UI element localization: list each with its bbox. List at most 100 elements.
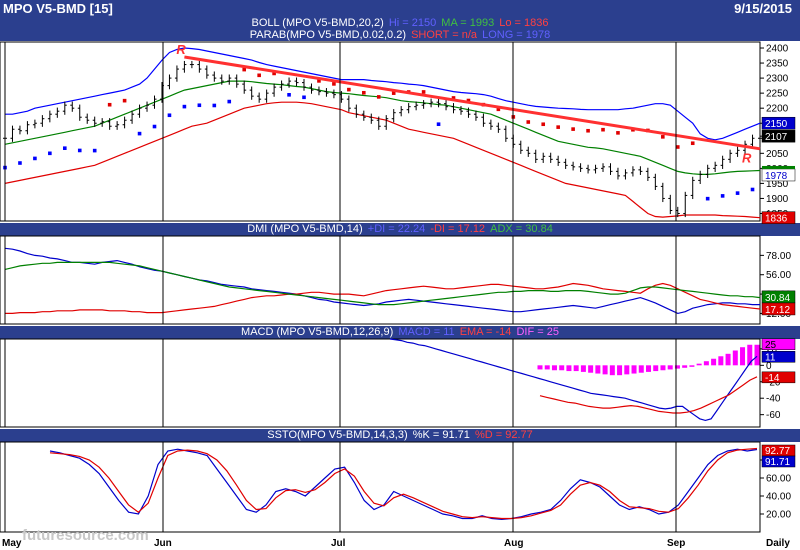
macd-dif-bar [566, 365, 572, 372]
macd-dif-bar [646, 365, 651, 372]
sar-long-dot [735, 191, 740, 195]
sar-short-dot [601, 127, 605, 132]
macd-dif-bar [551, 365, 557, 371]
sar-short-dot [556, 125, 560, 129]
macd-last-ema: -14 [765, 373, 780, 384]
sar-long-dot [227, 99, 232, 104]
macd-dif-bar [718, 356, 724, 366]
ssto-tick-label: 40.00 [766, 492, 791, 503]
sar-long-dot [302, 95, 306, 100]
dmi-tick-label: 12.00 [766, 309, 791, 320]
ssto-d-line [49, 447, 758, 520]
sar-long-dot [33, 156, 37, 161]
sar-long-dot [152, 124, 157, 129]
sar-long-dot [63, 146, 67, 150]
boll-hi-label: Hi = 2150 [388, 17, 437, 29]
x-axis-label-daily: Daily [766, 538, 790, 549]
macd-dif-bar [617, 365, 623, 376]
macd-tick-label: 0 [766, 361, 772, 372]
price-tick-label: 2350 [766, 59, 789, 70]
sar-long-dot [705, 196, 710, 201]
macd-panel-frame [0, 338, 761, 428]
sar-short-dot [466, 98, 471, 103]
ssto-panel-frame [0, 441, 761, 533]
price-last-ma-box [761, 168, 796, 182]
macd-dif-bar [754, 344, 760, 366]
macd-dif-bar [689, 365, 695, 367]
price-last-hi: 2150 [765, 119, 788, 130]
dmi-last-minus: 17.12 [765, 305, 790, 316]
sar-short-dot [421, 90, 426, 94]
ssto-last-d-box [761, 444, 796, 457]
sar-short-dot [661, 135, 665, 139]
sar-short-dot [122, 98, 127, 103]
sar-long-dot [750, 187, 755, 192]
x-axis-label-jul: Jul [331, 538, 346, 549]
macd-dif-bar [588, 365, 594, 373]
dmi-minus-label: -DI = 17.12 [430, 223, 486, 235]
dmi-line-di [5, 282, 761, 314]
price-tick-label: 2200 [766, 104, 789, 115]
macd-dif-bar [747, 344, 753, 366]
macd-ema-line [539, 376, 758, 414]
price-last-hi-box [761, 116, 796, 130]
macd-line [389, 338, 758, 422]
boll-upper-line [5, 47, 761, 141]
ssto-k-label: %K = 91.71 [412, 429, 470, 441]
boll-ma-label: MA = 1993 [441, 17, 495, 29]
dmi-line-di [4, 247, 760, 315]
macd-dif-bar [537, 365, 543, 370]
sar-short-dot [242, 67, 247, 72]
watermark: futuresource.com [22, 527, 149, 544]
macd-dif-bar [595, 365, 601, 374]
macd-dif-bar [703, 361, 709, 366]
sar-long-dot [18, 161, 22, 165]
macd-dif-bar [638, 365, 644, 373]
sar-short-dot [526, 120, 531, 124]
boll-label: BOLL (MPO V5-BMD,20,2) [251, 17, 384, 29]
sar-short-dot [496, 107, 501, 112]
sar-short-dot [107, 102, 112, 107]
sar-long-dot [77, 148, 82, 153]
macd-dif-bar [559, 365, 565, 371]
symbol-title: MPO V5-BMD [15] [3, 1, 113, 16]
sar-long-dot [212, 103, 217, 108]
macd-dif-bar [740, 347, 746, 366]
dmi-plus-label: +DI = 22.24 [367, 223, 426, 235]
ssto-legend: SSTO(MPO V5-BMD,14,3,3) %K = 91.71 %D = … [0, 429, 800, 442]
price-last-ma: 1978 [765, 171, 788, 182]
sar-short-dot [347, 87, 351, 92]
macd-tick-label: -60 [766, 410, 781, 421]
sar-short-dot [616, 131, 620, 135]
macd-last-dif: 25 [765, 340, 777, 351]
sar-short-dot [675, 145, 680, 149]
price-tick-label: 2400 [766, 44, 789, 55]
dmi-tick-label: 56.00 [766, 270, 791, 281]
sar-short-dot [376, 95, 381, 99]
ssto-tick-label: 20.00 [766, 510, 791, 521]
ssto-k-line [49, 448, 758, 521]
sar-short-dot [646, 128, 650, 133]
price-last-lo-box [761, 211, 796, 224]
dmi-tick-label: 78.00 [766, 251, 791, 262]
sar-long-dot [182, 104, 187, 109]
sar-long-dot [720, 194, 725, 198]
macd-dif-bar [580, 365, 586, 372]
parab-legend: PARAB(MPO V5-BMD,0.02,0.2) SHORT = n/a L… [0, 29, 800, 41]
sar-long-dot [436, 122, 441, 127]
macd-dif-bar [631, 365, 637, 374]
dmi-tick-label: 34.00 [766, 290, 791, 301]
boll-legend: BOLL (MPO V5-BMD,20,2) Hi = 2150 MA = 19… [0, 17, 800, 29]
trendline-label-start: R [176, 42, 186, 57]
macd-last-ema-box [761, 371, 796, 384]
sar-long-dot [167, 113, 172, 118]
price-tick-label: 1850 [766, 209, 789, 220]
dmi-legend: DMI (MPO V5-BMD,14) +DI = 22.24 -DI = 17… [0, 223, 800, 236]
ssto-tick-label: 60.00 [766, 474, 791, 485]
title-bar: MPO V5-BMD [15] 9/15/2015 [0, 0, 800, 17]
sar-long-dot [3, 165, 7, 170]
macd-dif-bar [674, 365, 680, 369]
price-tick-label: 2250 [766, 89, 789, 100]
sar-short-dot [481, 102, 486, 107]
sar-short-dot [406, 90, 411, 94]
